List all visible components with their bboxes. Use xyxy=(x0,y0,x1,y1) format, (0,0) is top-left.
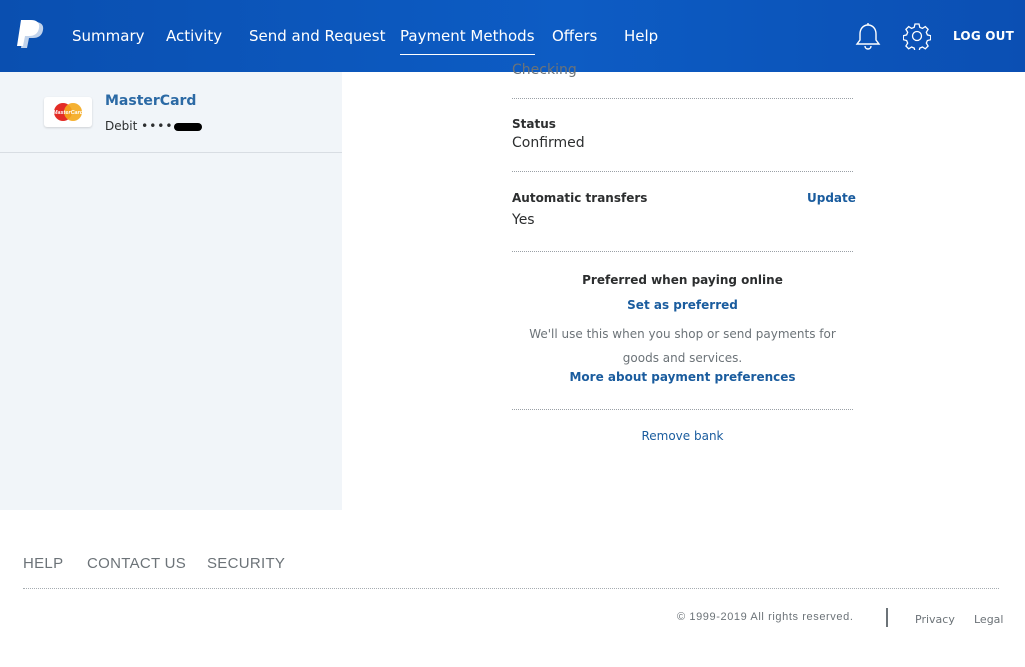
mastercard-logo-text: MasterCard xyxy=(53,110,84,116)
nav-summary[interactable]: Summary xyxy=(72,26,145,46)
divider xyxy=(512,409,853,410)
automatic-transfers-label: Automatic transfers xyxy=(512,191,648,205)
nav-payment-methods[interactable]: Payment Methods xyxy=(400,26,535,55)
card-list-item[interactable]: MasterCard MasterCard Debit •••• xyxy=(0,72,342,153)
update-link[interactable]: Update xyxy=(807,191,856,205)
status-value: Confirmed xyxy=(512,135,585,151)
logout-button[interactable]: LOG OUT xyxy=(953,29,1014,43)
copyright-text: © 1999-2019 All rights reserved. xyxy=(677,611,854,623)
set-as-preferred-link[interactable]: Set as preferred xyxy=(512,298,853,312)
preferred-heading: Preferred when paying online xyxy=(582,273,783,287)
nav-offers[interactable]: Offers xyxy=(552,26,597,46)
settings-gear-icon[interactable] xyxy=(903,22,931,50)
nav-activity[interactable]: Activity xyxy=(166,26,222,46)
card-number-masked: Debit •••• xyxy=(105,119,203,133)
mastercard-logo-icon: MasterCard xyxy=(44,97,92,127)
nav-send-and-request[interactable]: Send and Request xyxy=(249,26,385,46)
footer-separator xyxy=(886,608,888,627)
payment-methods-list: MasterCard MasterCard Debit •••• xyxy=(0,72,342,510)
redacted-digits xyxy=(174,122,203,131)
account-type-value: Checking xyxy=(512,62,577,78)
divider xyxy=(512,251,853,252)
automatic-transfers-value: Yes xyxy=(512,212,535,228)
footer-security-link[interactable]: SECURITY xyxy=(207,555,285,572)
remove-bank-link[interactable]: Remove bank xyxy=(512,429,853,443)
paypal-logo-icon[interactable] xyxy=(16,20,46,50)
footer-divider xyxy=(23,588,999,589)
nav-help[interactable]: Help xyxy=(624,26,658,46)
privacy-link[interactable]: Privacy xyxy=(915,613,955,626)
card-dots: •••• xyxy=(141,119,174,133)
legal-link[interactable]: Legal xyxy=(974,613,1003,626)
footer-help-link[interactable]: HELP xyxy=(23,555,63,572)
divider xyxy=(512,171,853,172)
card-name: MasterCard xyxy=(105,93,197,109)
preferred-description: We'll use this when you shop or send pay… xyxy=(529,327,836,365)
status-label: Status xyxy=(512,117,556,131)
notifications-bell-icon[interactable] xyxy=(855,22,881,50)
divider xyxy=(512,98,853,99)
more-about-preferences-link[interactable]: More about payment preferences xyxy=(512,370,853,384)
footer-contact-us-link[interactable]: CONTACT US xyxy=(87,555,186,572)
card-type: Debit xyxy=(105,119,138,133)
